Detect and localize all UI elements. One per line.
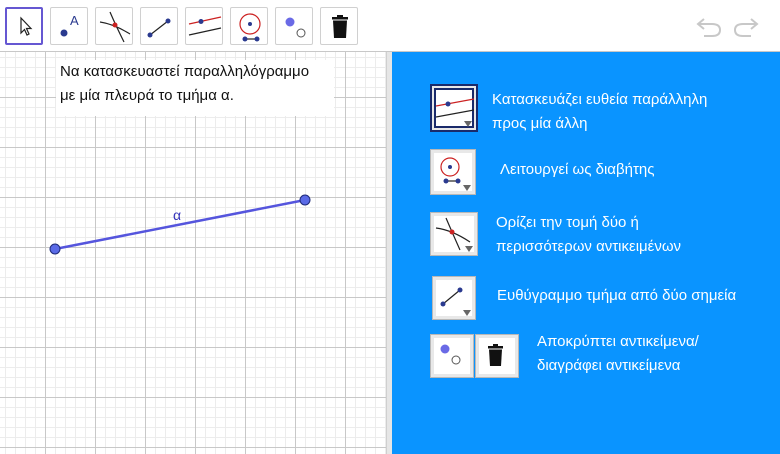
segment-icon [147, 18, 171, 38]
redo-icon[interactable] [731, 13, 761, 39]
expand-triangle-icon [464, 121, 472, 127]
compass-tool-button[interactable] [230, 7, 268, 45]
point-tool-button[interactable]: A [50, 7, 88, 45]
show-hide-tool-preview [430, 334, 474, 378]
show-hide-icon [285, 17, 306, 38]
intersect-icon [99, 11, 131, 43]
show-hide-object-tool-button[interactable] [275, 7, 313, 45]
delete-tool-preview [475, 334, 519, 378]
construction-canvas: α [49, 194, 311, 255]
undo-icon[interactable] [694, 13, 724, 39]
expand-triangle-icon [463, 310, 471, 316]
show-hide-delete-description: Αποκρύπτει αντικείμενα/ διαγράφει αντικε… [537, 330, 699, 378]
parallel-line-description: Κατασκευάζει ευθεία παράλληλη προς μία ά… [492, 88, 707, 136]
trash-icon [332, 15, 348, 38]
show-hide-icon [440, 344, 461, 365]
instruction-panel: Κατασκευάζει ευθεία παράλληλη προς μία ά… [392, 52, 780, 454]
expand-triangle-icon [463, 185, 471, 191]
trash-icon [488, 344, 503, 366]
segment-tool-preview [432, 276, 476, 320]
segment-endpoint-start[interactable] [49, 243, 61, 255]
toolbar: A [0, 0, 780, 52]
intersect-tool-button[interactable] [95, 7, 133, 45]
point-icon: A [60, 13, 79, 37]
parallel-line-tool-preview [430, 84, 478, 132]
compass-icon [239, 13, 261, 42]
parallel-line-tool-button[interactable] [185, 7, 223, 45]
cursor-arrow-icon [20, 16, 33, 36]
description-line-2: περισσότερων αντικειμένων [496, 238, 682, 255]
description-line-1: Ορίζει την τομή δύο ή [496, 214, 639, 231]
expand-triangle-icon [465, 246, 473, 252]
compass-description: Λειτουργεί ως διαβήτης [500, 158, 654, 182]
description-line-1: Ευθύγραμμο τμήμα από δύο σημεία [497, 287, 737, 304]
description-line-2: προς μία άλλη [492, 115, 588, 132]
delete-tool-button[interactable] [320, 7, 358, 45]
graphics-view[interactable]: Να κατασκευαστεί παραλληλόγραμμο με μία … [0, 52, 386, 454]
description-line-1: Λειτουργεί ως διαβήτης [500, 161, 655, 178]
parallel-line-icon [188, 16, 222, 36]
segment-endpoint-end[interactable] [299, 194, 311, 206]
point-tool-label: A [70, 13, 79, 28]
segment-tool-button[interactable] [140, 7, 178, 45]
compass-tool-preview [430, 149, 476, 195]
segment-description: Ευθύγραμμο τμήμα από δύο σημεία [497, 284, 736, 308]
description-line-1: Αποκρύπτει αντικείμενα/ [537, 333, 699, 350]
intersect-description: Ορίζει την τομή δύο ή περισσότερων αντικ… [496, 211, 681, 259]
description-line-1: Κατασκευάζει ευθεία παράλληλη [492, 91, 708, 108]
move-tool-button[interactable] [5, 7, 43, 45]
intersect-tool-preview [430, 212, 478, 256]
segment-label: α [173, 207, 181, 223]
description-line-2: διαγράφει αντικείμενα [537, 357, 681, 374]
